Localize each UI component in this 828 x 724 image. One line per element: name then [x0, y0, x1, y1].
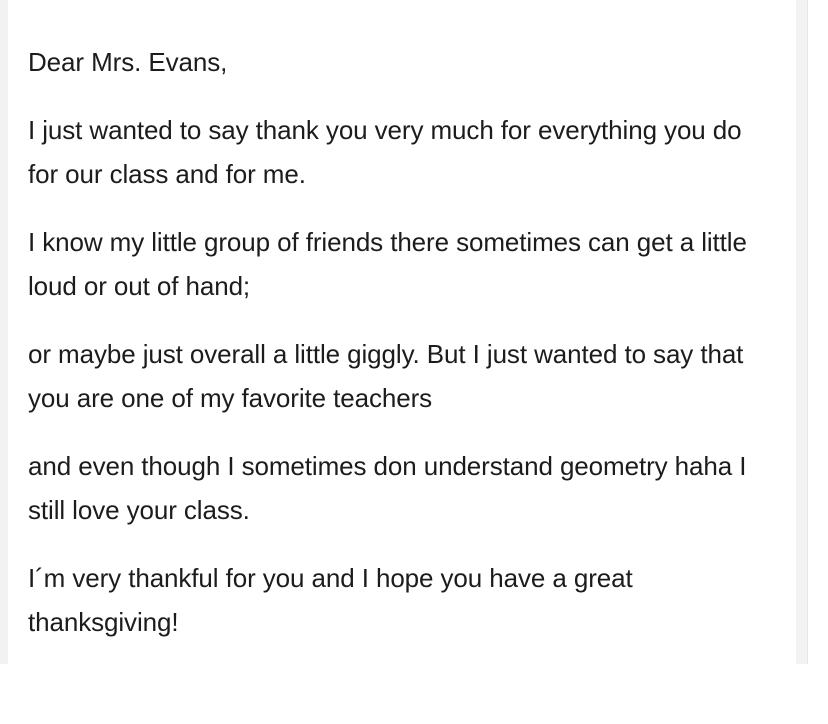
letter-paragraph: I know my little group of friends there … [28, 227, 747, 301]
letter-greeting: Dear Mrs. Evans, [28, 47, 228, 77]
side-panel-edge [807, 0, 828, 664]
letter-paragraph: or maybe just overall a little giggly. B… [28, 339, 744, 413]
page-gutter [796, 0, 807, 664]
letter-body: Dear Mrs. Evans, I just wanted to say th… [28, 40, 776, 644]
letter-paragraph: and even though I sometimes don understa… [28, 451, 747, 525]
letter-paragraph: I´m very thankful for you and I hope you… [28, 563, 633, 637]
letter-paragraph: I just wanted to say thank you very much… [28, 115, 742, 189]
footer-area [0, 664, 828, 724]
letter-card: Dear Mrs. Evans, I just wanted to say th… [8, 0, 796, 664]
